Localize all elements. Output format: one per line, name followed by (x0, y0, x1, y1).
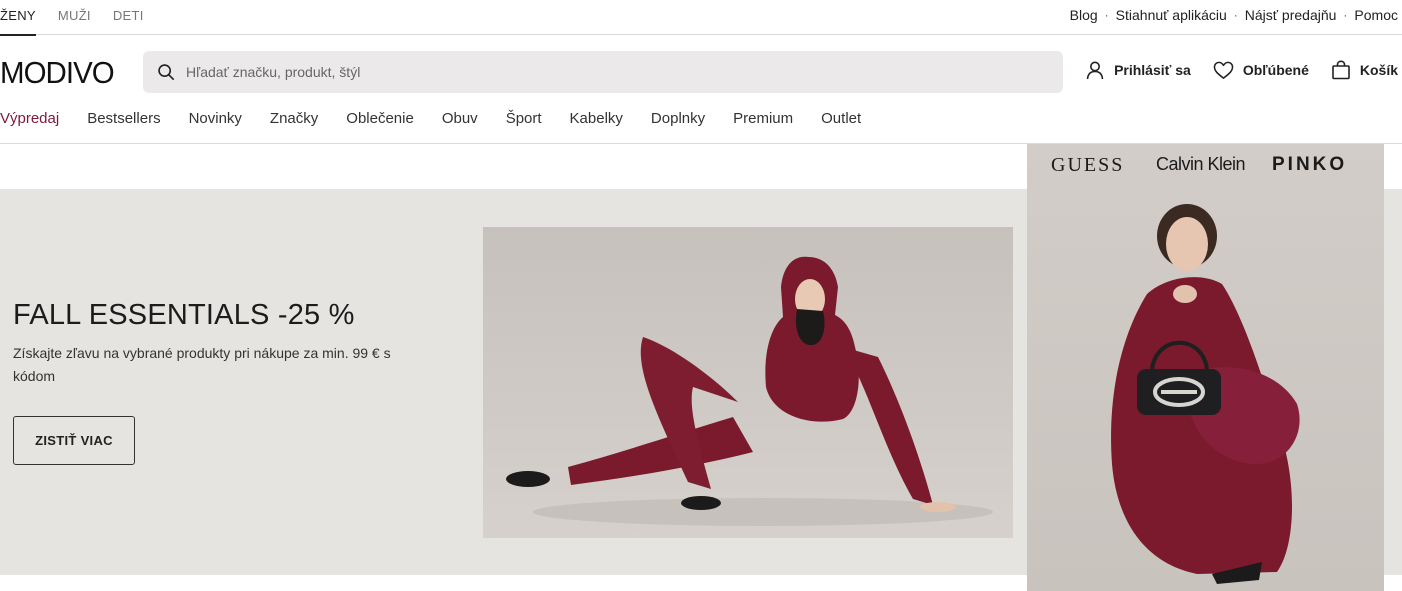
header-actions: Prihlásiť sa Obľúbené Košík (1063, 60, 1398, 80)
blog-link[interactable]: Blog (1070, 7, 1098, 23)
brand-logo-guess: GUESS (1051, 154, 1125, 176)
nav-item-bestsellers[interactable]: Bestsellers (87, 110, 160, 130)
search-icon[interactable] (157, 63, 175, 81)
brand-promo-image[interactable] (1027, 144, 1384, 591)
site-logo[interactable]: MODIVO (0, 53, 115, 93)
promo-model-illustration (1027, 144, 1384, 591)
login-button[interactable]: Prihlásiť sa (1085, 60, 1191, 80)
user-icon (1086, 61, 1104, 80)
brand-logo-calvin-klein: Calvin Klein (1156, 154, 1246, 174)
tab-deti[interactable]: DETI (113, 0, 144, 35)
hero-banner-edge (1384, 189, 1402, 575)
nav-item-novinky[interactable]: Novinky (189, 110, 242, 130)
download-app-link[interactable]: Stiahnuť aplikáciu (1116, 7, 1227, 23)
favorites-label: Obľúbené (1242, 62, 1309, 78)
cart-button[interactable]: Košík (1331, 60, 1398, 80)
brand-logo-pinko: PINKO (1272, 154, 1348, 175)
nav-item-obuv[interactable]: Obuv (442, 110, 478, 130)
hero-subtitle: Získajte zľavu na vybrané produkty pri n… (13, 345, 391, 384)
nav-item-znacky[interactable]: Značky (270, 110, 318, 130)
heart-icon (1213, 61, 1234, 79)
search-input[interactable]: Hľadať značku, produkt, štýl (186, 64, 360, 80)
nav-item-vypredaj[interactable]: Výpredaj (0, 110, 59, 130)
shopping-bag-icon (1332, 60, 1350, 80)
category-nav: Výpredaj Bestsellers Novinky Značky Oble… (0, 110, 889, 130)
nav-item-oblecenie[interactable]: Oblečenie (346, 110, 414, 130)
nav-item-sport[interactable]: Šport (506, 110, 542, 130)
hero-image[interactable] (483, 227, 1013, 538)
login-label: Prihlásiť sa (1114, 62, 1191, 78)
favorites-button[interactable]: Obľúbené (1213, 61, 1309, 80)
hero-title: FALL ESSENTIALS -25 % (13, 299, 355, 331)
help-link[interactable]: Pomoc (1354, 7, 1398, 23)
nav-item-premium[interactable]: Premium (733, 110, 793, 130)
nav-item-outlet[interactable]: Outlet (821, 110, 861, 130)
search-bar[interactable]: Hľadať značku, produkt, štýl (143, 51, 1063, 93)
tab-zeny[interactable]: ŽENY (0, 0, 36, 36)
cart-label: Košík (1359, 62, 1398, 78)
nav-item-doplnky[interactable]: Doplnky (651, 110, 705, 130)
gender-tabs: ŽENY MUŽI DETI (0, 0, 166, 36)
tab-muzi[interactable]: MUŽI (58, 0, 91, 35)
learn-more-button[interactable]: ZISTIŤ VIAC (13, 416, 135, 465)
utility-separator: · (1343, 8, 1348, 22)
find-store-link[interactable]: Nájsť predajňu (1245, 7, 1337, 23)
hero-model-illustration (483, 227, 1013, 538)
utility-separator: · (1233, 8, 1238, 22)
utility-separator: · (1104, 8, 1109, 22)
top-bar: ŽENY MUŽI DETI Blog · Stiahnuť aplikáciu… (0, 0, 1402, 36)
nav-item-kabelky[interactable]: Kabelky (570, 110, 623, 130)
utility-links: Blog · Stiahnuť aplikáciu · Nájsť predaj… (1070, 7, 1398, 23)
